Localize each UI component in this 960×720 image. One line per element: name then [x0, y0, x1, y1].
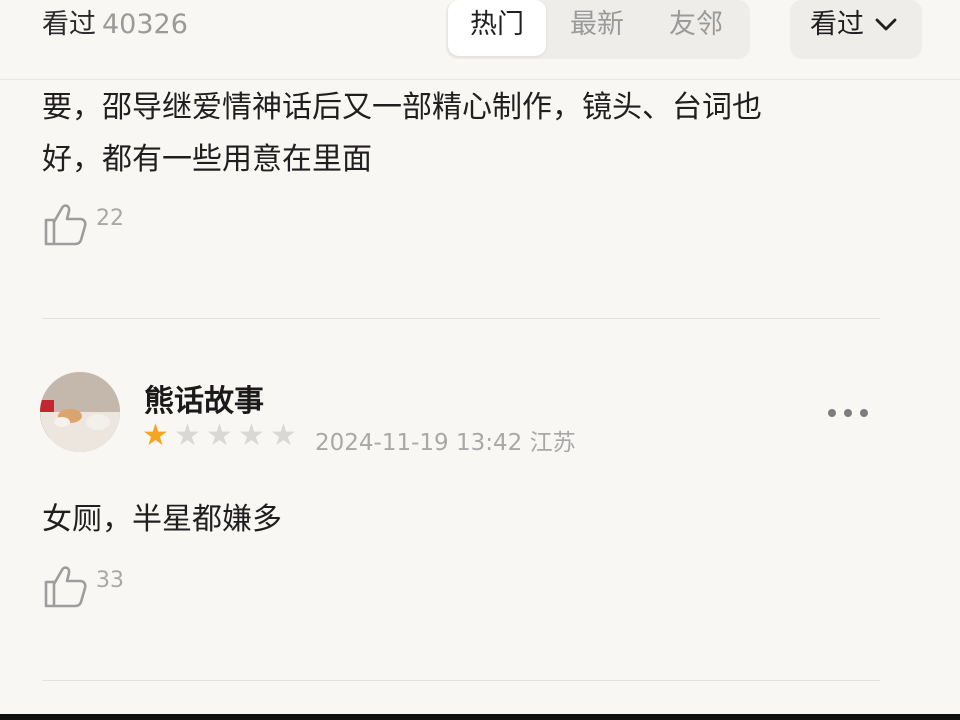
- username[interactable]: 熊话故事: [144, 376, 264, 420]
- review-text: 女厕，半星都嫌多: [42, 502, 282, 537]
- tab-latest[interactable]: 最新: [548, 0, 646, 59]
- thumbs-up-icon: [44, 204, 87, 246]
- top-bar: 看过 40326 热门 最新 友邻 看过: [0, 0, 960, 80]
- star-filled-icon: ★: [142, 418, 169, 453]
- thumbs-up-icon: [44, 566, 87, 608]
- filter-dropdown-button[interactable]: 看过: [790, 0, 922, 59]
- screen-bottom-edge: [0, 714, 960, 720]
- star-empty-icon: ★: [238, 418, 265, 453]
- star-empty-icon: ★: [206, 418, 233, 453]
- watched-label: 看过: [42, 9, 96, 40]
- more-dots-icon[interactable]: [826, 398, 870, 428]
- divider: [42, 318, 880, 319]
- avatar[interactable]: [40, 372, 120, 452]
- divider: [42, 680, 880, 681]
- review-meta: 2024-11-19 13:42 江苏: [315, 423, 576, 457]
- chevron-down-icon: [875, 18, 897, 31]
- review-text-line: 好，都有一些用意在里面: [42, 142, 372, 177]
- review-date: 2024-11-19 13:42: [315, 430, 523, 456]
- tab-hot[interactable]: 热门: [448, 0, 546, 56]
- watched-count: 看过 40326: [42, 4, 188, 46]
- star-empty-icon: ★: [270, 418, 297, 453]
- review-text-line: 要，邵导继爱情神话后又一部精心制作，镜头、台词也: [42, 90, 762, 125]
- tab-friends[interactable]: 友邻: [646, 0, 746, 59]
- like-count: 22: [96, 206, 124, 231]
- review-location: 江苏: [529, 430, 576, 456]
- star-empty-icon: ★: [174, 418, 201, 453]
- like-count: 33: [96, 568, 124, 593]
- filter-label: 看过: [810, 9, 864, 40]
- watched-number: 40326: [102, 9, 188, 40]
- sort-tabs: 热门 最新 友邻: [446, 0, 750, 59]
